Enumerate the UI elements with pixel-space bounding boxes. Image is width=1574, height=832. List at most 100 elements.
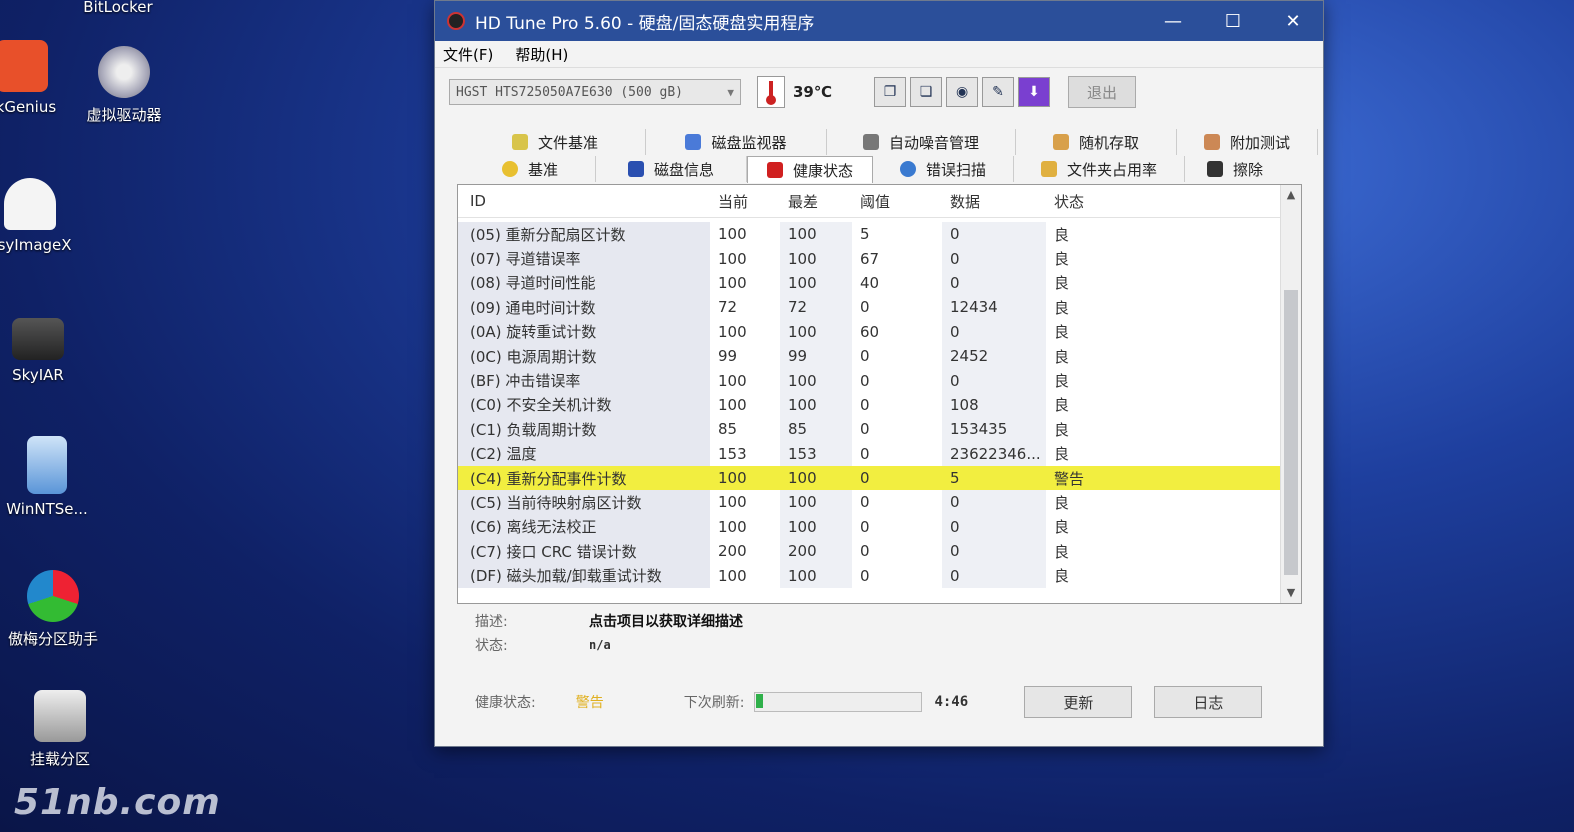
- desktop-icon-mount-partition[interactable]: 挂载分区: [10, 690, 110, 769]
- table-row[interactable]: (0A) 旋转重试计数 100 100 60 0 良: [458, 319, 1301, 344]
- desktop-icon-winntsetup[interactable]: WinNTSe...: [0, 436, 97, 518]
- table-row[interactable]: (0C) 电源周期计数 99 99 0 2452 良: [458, 343, 1301, 369]
- tab-label: 健康状态: [792, 161, 853, 180]
- cell-current: 100: [718, 493, 747, 512]
- cell-status: 良: [1054, 396, 1070, 415]
- thermometer-icon: [757, 76, 785, 108]
- table-row[interactable]: (C6) 离线无法校正 100 100 0 0 良: [458, 514, 1301, 540]
- tab-label: 文件夹占用率: [1066, 160, 1157, 179]
- menu-help[interactable]: 帮助(H): [515, 44, 568, 65]
- table-row[interactable]: (C1) 负载周期计数 85 85 0 153435 良: [458, 417, 1301, 442]
- cell-data: 5: [950, 469, 960, 488]
- desktop-icon-label: BitLocker: [83, 0, 153, 16]
- cell-id: (BF) 冲击错误率: [458, 368, 710, 393]
- tab-disk-monitor[interactable]: 磁盘监视器: [646, 129, 827, 155]
- table-row[interactable]: (05) 重新分配扇区计数 100 100 5 0 良: [458, 222, 1301, 247]
- cell-id: (C7) 接口 CRC 错误计数: [458, 539, 710, 564]
- close-button[interactable]: ✕: [1263, 11, 1323, 32]
- cell-current: 85: [718, 420, 738, 439]
- save-button[interactable]: ⬇: [1018, 77, 1051, 107]
- screenshot-button[interactable]: ◉: [946, 77, 979, 107]
- col-current-header[interactable]: 当前: [710, 191, 780, 212]
- tab-extra-tests[interactable]: 附加测试: [1177, 129, 1318, 155]
- tab-error-scan[interactable]: 错误扫描: [873, 156, 1014, 182]
- col-status-header[interactable]: 状态: [1046, 191, 1124, 212]
- table-row[interactable]: (C4) 重新分配事件计数 100 100 0 5 警告: [458, 465, 1301, 491]
- cell-status: 警告: [1054, 469, 1085, 488]
- maximize-button[interactable]: ☐: [1203, 11, 1263, 32]
- download-arrow-icon: ⬇: [1028, 84, 1040, 100]
- exit-button[interactable]: 退出: [1068, 76, 1137, 108]
- apple-disk-icon: [34, 690, 86, 742]
- table-row[interactable]: (08) 寻道时间性能 100 100 40 0 良: [458, 270, 1301, 296]
- table-row[interactable]: (C7) 接口 CRC 错误计数 200 200 0 0 良: [458, 539, 1301, 564]
- toolbar: HGST HTS725050A7E630 (500 gB) ▼ 39℃ ❐ ❏ …: [435, 68, 1323, 116]
- update-button[interactable]: 更新: [1024, 686, 1133, 718]
- cell-threshold: 40: [860, 273, 880, 292]
- copy-text-button[interactable]: ❐: [874, 77, 907, 107]
- table-row[interactable]: (C0) 不安全关机计数 100 100 0 108 良: [458, 392, 1301, 418]
- cell-current: 72: [718, 298, 738, 317]
- scroll-thumb[interactable]: [1284, 290, 1298, 575]
- desktop-icon-label: WinNTSe...: [6, 500, 88, 518]
- temperature-display: 39℃: [757, 76, 832, 108]
- cell-threshold: 0: [860, 444, 870, 463]
- vertical-scrollbar[interactable]: ▲ ▼: [1280, 185, 1301, 603]
- menu-file[interactable]: 文件(F): [443, 44, 493, 65]
- table-row[interactable]: (C2) 温度 153 153 0 23622346... 良: [458, 441, 1301, 466]
- cell-data: 0: [942, 270, 1046, 296]
- cell-worst: 100: [780, 270, 852, 296]
- cell-worst: 200: [780, 539, 852, 564]
- hdtune-window: HD Tune Pro 5.60 - 硬盘/固态硬盘实用程序 — ☐ ✕ 文件(…: [434, 0, 1324, 747]
- cell-worst: 100: [780, 319, 852, 344]
- desktop-icon-easyimagex[interactable]: asyImageX: [0, 178, 80, 254]
- tab-erase[interactable]: 擦除: [1185, 156, 1285, 182]
- cell-worst: 100: [780, 514, 852, 540]
- tab-health[interactable]: 健康状态: [747, 156, 873, 183]
- cell-worst: 153: [780, 441, 852, 466]
- description-value: 点击项目以获取详细描述: [589, 614, 743, 630]
- table-row[interactable]: (DF) 磁头加载/卸载重试计数 100 100 0 0 良: [458, 563, 1301, 588]
- chevron-down-icon: ▼: [727, 85, 734, 99]
- desktop-icon-skyiar[interactable]: SkyIAR: [0, 318, 88, 384]
- table-row[interactable]: (C5) 当前待映射扇区计数 100 100 0 0 良: [458, 490, 1301, 515]
- cell-status: 良: [1054, 567, 1070, 586]
- tab-folder-usage[interactable]: 文件夹占用率: [1014, 156, 1185, 182]
- scroll-up-icon[interactable]: ▲: [1281, 185, 1301, 205]
- tab-file-benchmark[interactable]: 文件基准: [465, 129, 646, 155]
- scroll-down-icon[interactable]: ▼: [1281, 583, 1301, 603]
- detail-status-value: n/a: [589, 638, 611, 652]
- col-data-header[interactable]: 数据: [942, 185, 1046, 217]
- cell-current: 153: [718, 444, 747, 463]
- table-row[interactable]: (BF) 冲击错误率 100 100 0 0 良: [458, 368, 1301, 393]
- col-id-header[interactable]: ID: [458, 185, 710, 217]
- cell-data: 0: [942, 246, 1046, 271]
- col-threshold-header[interactable]: 阈值: [852, 191, 942, 212]
- title-bar[interactable]: HD Tune Pro 5.60 - 硬盘/固态硬盘实用程序 — ☐ ✕: [435, 1, 1323, 41]
- drive-select[interactable]: HGST HTS725050A7E630 (500 gB) ▼: [449, 79, 741, 105]
- cell-current: 200: [718, 542, 747, 561]
- cell-id: (C0) 不安全关机计数: [458, 392, 710, 418]
- tab-label: 附加测试: [1229, 133, 1290, 152]
- cell-worst: 100: [780, 392, 852, 418]
- tab-random-access[interactable]: 随机存取: [1016, 129, 1177, 155]
- cell-worst: 72: [780, 295, 852, 320]
- cell-status: 良: [1054, 225, 1070, 244]
- minimize-button[interactable]: —: [1143, 11, 1203, 32]
- table-row[interactable]: (09) 通电时间计数 72 72 0 12434 良: [458, 295, 1301, 320]
- log-button[interactable]: 日志: [1154, 686, 1263, 718]
- cell-threshold: 0: [860, 493, 870, 512]
- tab-benchmark[interactable]: 基准: [465, 156, 596, 182]
- speaker-icon: [862, 134, 879, 150]
- copy-all-button[interactable]: ❏: [910, 77, 943, 107]
- desktop-icon-virtual-drive[interactable]: 虚拟驱动器: [74, 46, 174, 125]
- desktop-icon-diskgenius[interactable]: skGenius: [0, 40, 72, 116]
- table-row[interactable]: (07) 寻道错误率 100 100 67 0 良: [458, 246, 1301, 271]
- desktop-icon-partition-assistant[interactable]: 傲梅分区助手: [3, 570, 103, 649]
- tab-aam[interactable]: 自动噪音管理: [827, 129, 1016, 155]
- cell-threshold: 0: [860, 542, 870, 561]
- col-worst-header[interactable]: 最差: [780, 185, 852, 217]
- desktop-icon-bitlocker[interactable]: BitLocker: [68, 0, 168, 16]
- tab-disk-info[interactable]: 磁盘信息: [596, 156, 747, 182]
- options-button[interactable]: ✎: [982, 77, 1015, 107]
